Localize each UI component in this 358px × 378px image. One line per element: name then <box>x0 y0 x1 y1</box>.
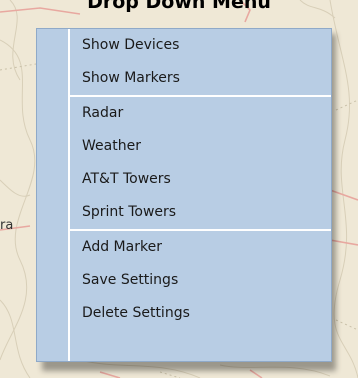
menu-item-add-marker[interactable]: Add Marker <box>70 231 331 264</box>
page-title: Drop Down Menu <box>87 0 271 13</box>
menu-item-delete-settings[interactable]: Delete Settings <box>70 297 331 330</box>
menu-item-radar[interactable]: Radar <box>70 97 331 130</box>
dropdown-menu: Show Devices Show Markers Radar Weather … <box>36 28 332 362</box>
map-place-label: ra <box>0 218 14 233</box>
menu-item-show-markers[interactable]: Show Markers <box>70 62 331 95</box>
menu-gutter <box>37 29 68 361</box>
menu-item-att-towers[interactable]: AT&T Towers <box>70 163 331 196</box>
menu-item-weather[interactable]: Weather <box>70 130 331 163</box>
menu-item-save-settings[interactable]: Save Settings <box>70 264 331 297</box>
menu-item-show-devices[interactable]: Show Devices <box>70 29 331 62</box>
menu-item-sprint-towers[interactable]: Sprint Towers <box>70 196 331 229</box>
menu-item-list: Show Devices Show Markers Radar Weather … <box>70 29 331 330</box>
